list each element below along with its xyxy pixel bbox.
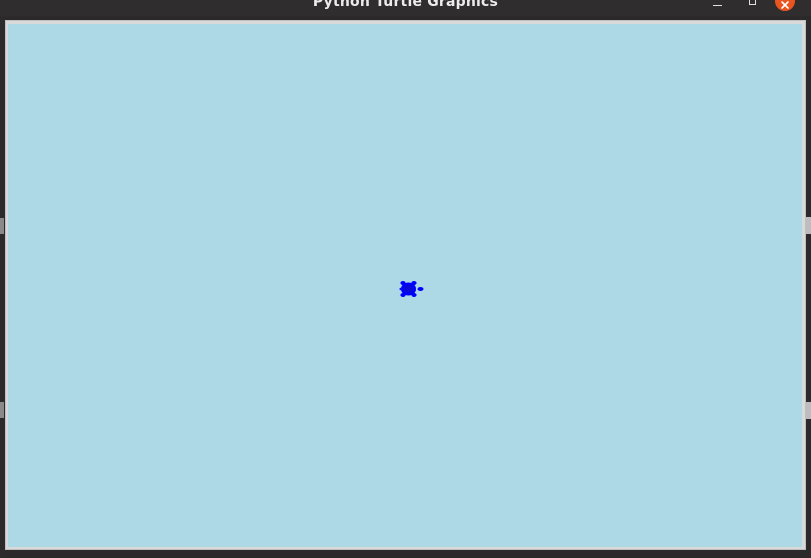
right-edge-tick — [806, 217, 811, 234]
maximize-button[interactable] — [742, 0, 762, 16]
minimize-icon — [712, 5, 722, 6]
turtle-window: Python Turtle Graphics — [0, 0, 811, 558]
window-title: Python Turtle Graphics — [312, 0, 499, 10]
right-edge-tick — [806, 402, 811, 419]
maximize-icon — [748, 0, 756, 5]
close-button-circle — [775, 0, 795, 11]
window-titlebar[interactable]: Python Turtle Graphics — [0, 0, 811, 16]
left-edge-tick — [0, 218, 4, 234]
turtle-icon — [399, 281, 424, 297]
minimize-button[interactable] — [707, 0, 727, 16]
left-edge-tick — [0, 402, 4, 418]
close-button[interactable] — [775, 0, 795, 16]
close-icon — [781, 0, 789, 9]
